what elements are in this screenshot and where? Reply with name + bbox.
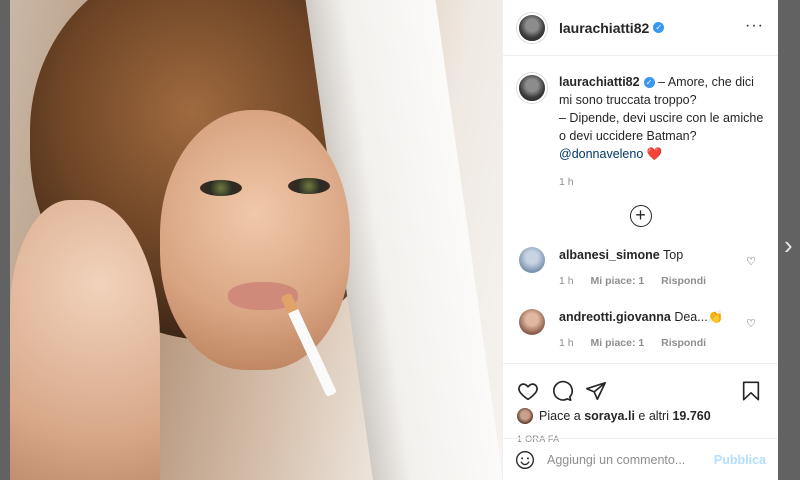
- caption-username[interactable]: laurachiatti82: [559, 75, 640, 89]
- comment-row: albanesi_simone Top 1 h Mi piace: 1 Risp…: [517, 247, 764, 289]
- comment-username[interactable]: andreotti.giovanna: [559, 310, 671, 324]
- caption: laurachiatti82 ✓ – Amore, che dici mi son…: [517, 73, 764, 191]
- post-actions: Piace a soraya.li e altri 19.760 1 ORA F…: [503, 363, 778, 480]
- comment-text: Top: [663, 248, 684, 262]
- liker-username[interactable]: soraya.li: [584, 409, 635, 423]
- post-side-panel: laurachiatti82 ✓ ··· laurachiatti82 ✓ – A…: [503, 0, 778, 480]
- comment-meta: 1 h Mi piace: 1 Rispondi: [559, 335, 723, 351]
- likes-suffix: e altri: [638, 409, 669, 423]
- verified-badge-icon: ✓: [653, 22, 665, 33]
- comment-text: Dea...👏: [674, 310, 724, 324]
- comment-body: andreotti.giovanna Dea...👏 1 h Mi piace:…: [559, 309, 723, 351]
- reply-button[interactable]: Rispondi: [661, 337, 706, 349]
- comment-likes[interactable]: Mi piace: 1: [591, 275, 645, 287]
- likes-prefix: Piace a: [539, 409, 581, 423]
- reply-button[interactable]: Rispondi: [661, 275, 706, 287]
- caption-body: laurachiatti82 ✓ – Amore, che dici mi son…: [559, 73, 764, 191]
- comment-time[interactable]: 1 h: [559, 337, 574, 349]
- comment-username[interactable]: albanesi_simone: [559, 248, 660, 262]
- share-icon[interactable]: [585, 380, 607, 402]
- comment-body: albanesi_simone Top 1 h Mi piace: 1 Risp…: [559, 247, 720, 289]
- caption-avatar[interactable]: [517, 73, 547, 103]
- comment-avatar[interactable]: [519, 309, 545, 335]
- heart-emoji: ❤️: [646, 147, 663, 161]
- author-avatar[interactable]: [517, 12, 547, 43]
- comment-meta: 1 h Mi piace: 1 Rispondi: [559, 273, 720, 289]
- likes-summary: Piace a soraya.li e altri 19.760: [503, 406, 778, 424]
- comment-input[interactable]: Aggiungi un commento...: [547, 453, 714, 467]
- chevron-right-icon[interactable]: ›: [784, 232, 800, 260]
- photo-frame: [10, 0, 503, 480]
- heart-icon[interactable]: [517, 380, 539, 402]
- likes-count[interactable]: 19.760: [672, 409, 710, 423]
- verified-badge-icon: ✓: [643, 77, 655, 88]
- load-more-comments-icon[interactable]: +: [629, 205, 652, 227]
- post-modal: laurachiatti82 ✓ ··· laurachiatti82 ✓ – A…: [10, 0, 778, 480]
- bookmark-icon[interactable]: [740, 380, 762, 402]
- comments-list[interactable]: laurachiatti82 ✓ – Amore, che dici mi son…: [503, 57, 778, 362]
- liker-avatar[interactable]: [517, 408, 533, 424]
- smile-icon[interactable]: [515, 450, 535, 470]
- caption-time[interactable]: 1 h: [559, 173, 764, 191]
- comment-avatar[interactable]: [519, 247, 545, 273]
- comment-likes[interactable]: Mi piace: 1: [591, 337, 645, 349]
- comment-heart-icon[interactable]: ♡: [746, 317, 756, 330]
- comment-time[interactable]: 1 h: [559, 275, 574, 287]
- caption-mention-link[interactable]: @donnaveleno: [559, 147, 643, 161]
- add-comment-bar: Aggiungi un commento... Pubblica: [503, 438, 778, 480]
- post-photo[interactable]: [10, 0, 503, 480]
- author-username[interactable]: laurachiatti82: [559, 20, 649, 36]
- post-header: laurachiatti82 ✓ ···: [503, 0, 778, 56]
- comment-row: andreotti.giovanna Dea...👏 1 h Mi piace:…: [517, 309, 764, 351]
- comment-icon[interactable]: [551, 380, 573, 402]
- comment-heart-icon[interactable]: ♡: [746, 255, 756, 268]
- more-options-icon[interactable]: ···: [745, 18, 764, 34]
- publish-button[interactable]: Pubblica: [714, 453, 766, 467]
- action-icons: [503, 364, 778, 406]
